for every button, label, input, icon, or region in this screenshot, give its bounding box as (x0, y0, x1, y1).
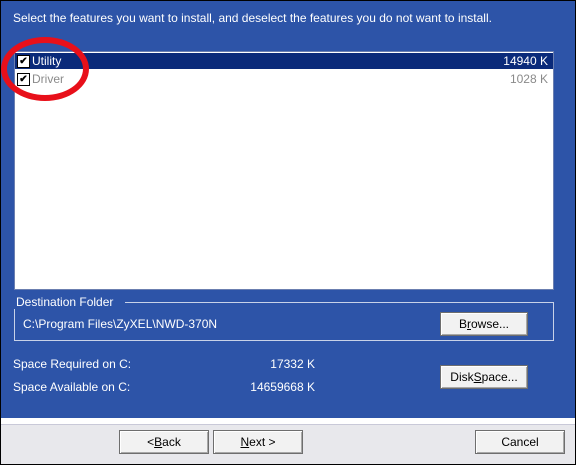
disk-label-suffix: pace... (481, 370, 518, 384)
next-label-suffix: ext > (249, 435, 276, 449)
space-available-label: Space Available on C: (13, 380, 131, 394)
disk-space-button[interactable]: Disk Space... (440, 365, 528, 389)
space-required-label: Space Required on C: (13, 357, 132, 371)
back-button[interactable]: < Back (119, 430, 209, 454)
feature-size: 1028 K (509, 72, 548, 86)
back-label-prefix: < (147, 435, 155, 449)
back-label-suffix: ack (162, 435, 181, 449)
feature-list[interactable]: ✔ Utility 14940 K ✔ Driver 1028 K (14, 51, 554, 290)
back-label-mnemonic: B (154, 435, 163, 449)
browse-label-suffix: owse... (471, 317, 510, 331)
next-label-mnemonic: N (240, 435, 250, 449)
instruction-text: Select the features you want to install,… (13, 11, 492, 25)
group-border (125, 302, 553, 303)
red-annotation-circle (1, 37, 89, 101)
feature-row-driver[interactable]: ✔ Driver 1028 K (15, 71, 553, 87)
disk-label-prefix: Disk (450, 370, 474, 384)
content-panel: Select the features you want to install,… (1, 1, 575, 418)
space-available-value: 14659668 K (250, 380, 315, 394)
browse-button[interactable]: Br owse... (440, 312, 528, 336)
divider (1, 424, 575, 425)
feature-row-utility[interactable]: ✔ Utility 14940 K (15, 53, 553, 69)
space-required-value: 17332 K (270, 357, 315, 371)
destination-folder-legend: Destination Folder (14, 295, 116, 309)
cancel-button[interactable]: Cancel (475, 430, 565, 454)
browse-label-prefix: B (458, 317, 467, 331)
feature-size: 14940 K (503, 54, 548, 68)
disk-label-mnemonic: S (473, 370, 482, 384)
installer-dialog: Select the features you want to install,… (0, 0, 576, 465)
next-button[interactable]: Next > (213, 430, 303, 454)
destination-path: C:\Program Files\ZyXEL\NWD-370N (23, 317, 218, 331)
